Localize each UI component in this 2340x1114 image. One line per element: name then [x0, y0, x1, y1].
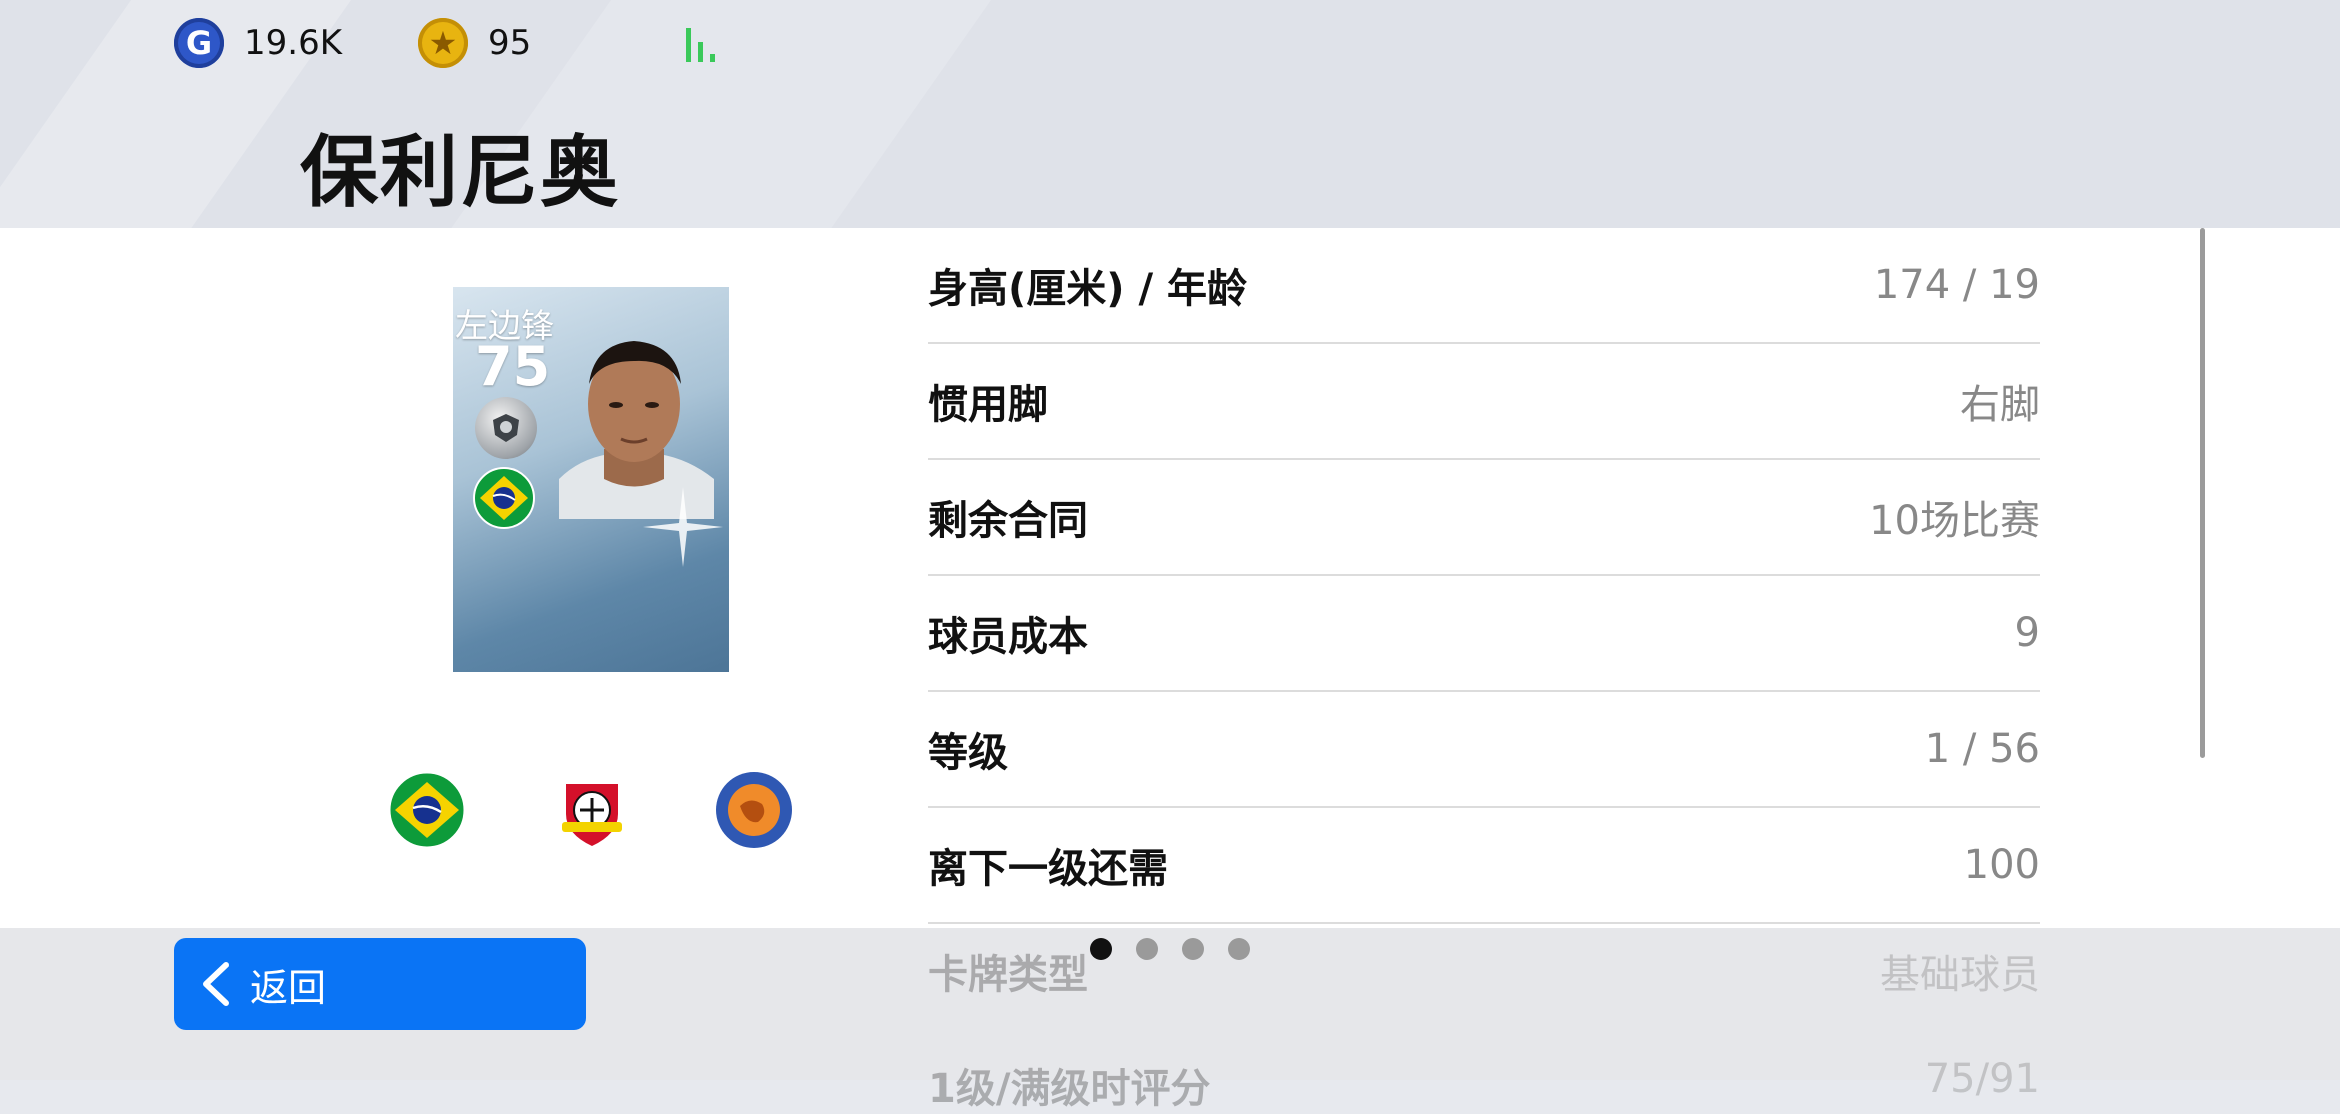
info-label: 球员成本 [928, 614, 1088, 660]
page-dot[interactable] [1090, 938, 1112, 960]
info-row-cost: 球员成本 9 [928, 576, 2040, 692]
page-dot[interactable] [1228, 938, 1250, 960]
page-indicator[interactable] [1090, 938, 1250, 960]
star-coin-icon: ★ [418, 18, 468, 68]
info-row-height-age: 身高(厘米) / 年龄 174 / 19 [928, 228, 2040, 344]
info-value: 10场比赛 [1869, 498, 2040, 544]
brazil-flag-icon [473, 467, 535, 529]
league-badge-icon[interactable] [714, 770, 794, 850]
info-label: 卡牌类型 [928, 952, 1088, 998]
player-name-title: 保利尼奥 [300, 128, 621, 218]
coin-currency[interactable]: ★ 95 [418, 18, 531, 68]
top-header: G 19.6K ★ 95 保利尼奥 [0, 0, 2340, 228]
info-row-rating-range: 1级/满级时评分 75/91 [928, 1056, 2040, 1114]
info-row-level: 等级 1 / 56 [928, 692, 2040, 808]
info-value: 9 [2014, 610, 2040, 656]
page-dot[interactable] [1136, 938, 1158, 960]
player-card[interactable]: 左边锋 75 [453, 287, 729, 672]
silver-badge-icon [475, 397, 537, 459]
coin-value: 95 [488, 23, 532, 63]
info-label: 身高(厘米) / 年龄 [928, 266, 1248, 312]
info-value: 基础球员 [1880, 952, 2040, 998]
info-label: 剩余合同 [928, 498, 1088, 544]
info-value: 右脚 [1960, 382, 2040, 428]
info-label: 等级 [928, 730, 1008, 776]
info-row-foot: 惯用脚 右脚 [928, 344, 2040, 460]
card-rating: 75 [475, 335, 551, 398]
nationality-flag-icon[interactable] [387, 770, 467, 850]
info-row-contract: 剩余合同 10场比赛 [928, 460, 2040, 576]
card-shine [643, 487, 723, 567]
back-button[interactable]: 返回 [174, 938, 586, 1030]
info-label: 1级/满级时评分 [928, 1066, 1211, 1112]
gp-currency[interactable]: G 19.6K [174, 18, 342, 68]
info-row-next-level: 离下一级还需 100 [928, 808, 2040, 924]
chevron-left-icon [203, 962, 229, 1006]
gp-value: 19.6K [244, 23, 342, 63]
info-value: 75/91 [1924, 1056, 2040, 1102]
info-value: 100 [1963, 842, 2040, 888]
list-scrollbar[interactable] [2200, 228, 2205, 758]
signal-icon [686, 28, 715, 62]
back-button-label: 返回 [250, 965, 327, 1010]
page-dot[interactable] [1182, 938, 1204, 960]
info-label: 离下一级还需 [928, 846, 1168, 892]
player-info-list[interactable]: 身高(厘米) / 年龄 174 / 19 惯用脚 右脚 剩余合同 10场比赛 球… [928, 228, 2040, 924]
gp-coin-icon: G [174, 18, 224, 68]
info-label: 惯用脚 [928, 382, 1048, 428]
info-value: 174 / 19 [1873, 262, 2040, 308]
club-crest-icon[interactable] [552, 770, 632, 850]
info-value: 1 / 56 [1924, 726, 2040, 772]
